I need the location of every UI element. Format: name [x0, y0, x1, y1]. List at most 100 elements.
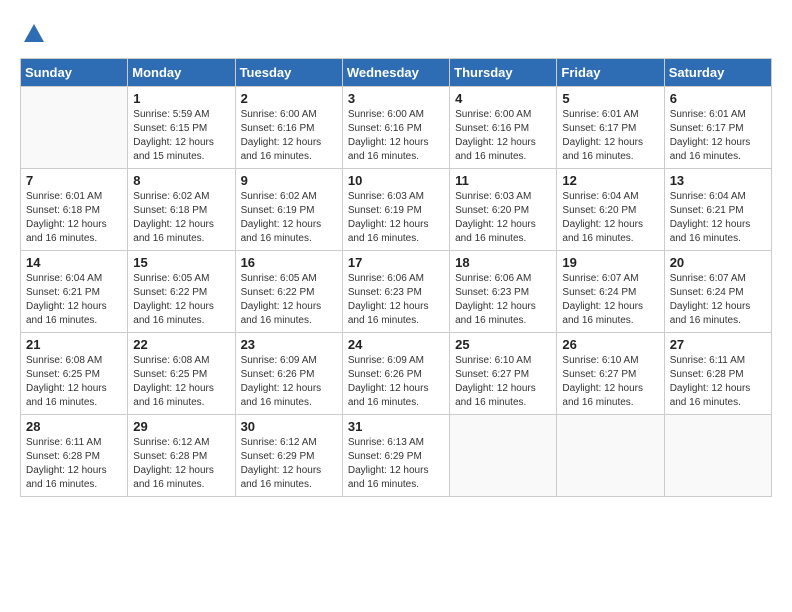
calendar-cell: 23Sunrise: 6:09 AM Sunset: 6:26 PM Dayli…: [235, 333, 342, 415]
day-number: 30: [241, 419, 337, 434]
day-info: Sunrise: 6:00 AM Sunset: 6:16 PM Dayligh…: [455, 108, 551, 164]
day-info: Sunrise: 5:59 AM Sunset: 6:15 PM Dayligh…: [133, 108, 229, 164]
day-info: Sunrise: 6:09 AM Sunset: 6:26 PM Dayligh…: [241, 354, 337, 410]
logo: [20, 20, 52, 48]
calendar-cell: 16 Sunrise: 6:05 AM Sunset: 6:22 PM Dayli…: [235, 251, 342, 333]
calendar-cell: [21, 87, 128, 169]
calendar-cell: [664, 415, 771, 497]
day-number: 22: [133, 337, 229, 352]
calendar-cell: 30 Sunrise: 6:12 AM Sunset: 6:29 PM Dayli…: [235, 415, 342, 497]
day-info: Sunrise: 6:12 AM Sunset: 6:28 PM Dayligh…: [133, 436, 229, 492]
day-info: Sunrise: 6:02 AM Sunset: 6:19 PM Dayligh…: [241, 190, 337, 246]
day-number: 13: [670, 173, 766, 188]
day-info: Sunrise: 6:10 AM Sunset: 6:27 PM Dayligh…: [562, 354, 658, 410]
day-number: 16: [241, 255, 337, 270]
day-info: Sunrise: 6:03 AM Sunset: 6:19 PM Dayligh…: [348, 190, 444, 246]
day-number: 18: [455, 255, 551, 270]
calendar-cell: 25Sunrise: 6:10 AM Sunset: 6:27 PM Dayli…: [450, 333, 557, 415]
day-info: Sunrise: 6:00 AM Sunset: 6:16 PM Dayligh…: [241, 108, 337, 164]
col-thursday: Thursday: [450, 59, 557, 87]
day-info: Sunrise: 6:00 AM Sunset: 6:16 PM Dayligh…: [348, 108, 444, 164]
day-number: 9: [241, 173, 337, 188]
calendar-cell: 21Sunrise: 6:08 AM Sunset: 6:25 PM Dayli…: [21, 333, 128, 415]
day-info: Sunrise: 6:07 AM Sunset: 6:24 PM Dayligh…: [562, 272, 658, 328]
calendar-cell: 29 Sunrise: 6:12 AM Sunset: 6:28 PM Dayli…: [128, 415, 235, 497]
calendar-cell: 24Sunrise: 6:09 AM Sunset: 6:26 PM Dayli…: [342, 333, 449, 415]
day-info: Sunrise: 6:04 AM Sunset: 6:21 PM Dayligh…: [670, 190, 766, 246]
calendar-cell: 22 Sunrise: 6:08 AM Sunset: 6:25 PM Dayli…: [128, 333, 235, 415]
calendar-cell: [557, 415, 664, 497]
calendar-cell: 11Sunrise: 6:03 AM Sunset: 6:20 PM Dayli…: [450, 169, 557, 251]
calendar-header-row: Sunday Monday Tuesday Wednesday Thursday…: [21, 59, 772, 87]
day-info: Sunrise: 6:06 AM Sunset: 6:23 PM Dayligh…: [455, 272, 551, 328]
calendar-week-row: 7 Sunrise: 6:01 AM Sunset: 6:18 PM Daylig…: [21, 169, 772, 251]
calendar-cell: 19 Sunrise: 6:07 AM Sunset: 6:24 PM Dayli…: [557, 251, 664, 333]
calendar-week-row: 14 Sunrise: 6:04 AM Sunset: 6:21 PM Dayli…: [21, 251, 772, 333]
day-info: Sunrise: 6:05 AM Sunset: 6:22 PM Dayligh…: [241, 272, 337, 328]
day-number: 8: [133, 173, 229, 188]
day-info: Sunrise: 6:11 AM Sunset: 6:28 PM Dayligh…: [26, 436, 122, 492]
calendar-cell: 27 Sunrise: 6:11 AM Sunset: 6:28 PM Dayli…: [664, 333, 771, 415]
calendar-cell: 8 Sunrise: 6:02 AM Sunset: 6:18 PM Daylig…: [128, 169, 235, 251]
calendar-week-row: 21Sunrise: 6:08 AM Sunset: 6:25 PM Dayli…: [21, 333, 772, 415]
day-info: Sunrise: 6:01 AM Sunset: 6:18 PM Dayligh…: [26, 190, 122, 246]
day-number: 26: [562, 337, 658, 352]
day-info: Sunrise: 6:01 AM Sunset: 6:17 PM Dayligh…: [562, 108, 658, 164]
day-info: Sunrise: 6:09 AM Sunset: 6:26 PM Dayligh…: [348, 354, 444, 410]
calendar-cell: 18 Sunrise: 6:06 AM Sunset: 6:23 PM Dayli…: [450, 251, 557, 333]
calendar-cell: 26 Sunrise: 6:10 AM Sunset: 6:27 PM Dayli…: [557, 333, 664, 415]
day-number: 28: [26, 419, 122, 434]
calendar-week-row: 28 Sunrise: 6:11 AM Sunset: 6:28 PM Dayli…: [21, 415, 772, 497]
col-tuesday: Tuesday: [235, 59, 342, 87]
day-info: Sunrise: 6:12 AM Sunset: 6:29 PM Dayligh…: [241, 436, 337, 492]
calendar-week-row: 1 Sunrise: 5:59 AM Sunset: 6:15 PM Daylig…: [21, 87, 772, 169]
calendar-cell: 9 Sunrise: 6:02 AM Sunset: 6:19 PM Daylig…: [235, 169, 342, 251]
calendar-cell: 2 Sunrise: 6:00 AM Sunset: 6:16 PM Daylig…: [235, 87, 342, 169]
day-info: Sunrise: 6:05 AM Sunset: 6:22 PM Dayligh…: [133, 272, 229, 328]
day-number: 15: [133, 255, 229, 270]
calendar-cell: 5Sunrise: 6:01 AM Sunset: 6:17 PM Daylig…: [557, 87, 664, 169]
day-number: 17: [348, 255, 444, 270]
day-info: Sunrise: 6:10 AM Sunset: 6:27 PM Dayligh…: [455, 354, 551, 410]
day-number: 27: [670, 337, 766, 352]
day-number: 2: [241, 91, 337, 106]
day-info: Sunrise: 6:04 AM Sunset: 6:21 PM Dayligh…: [26, 272, 122, 328]
calendar-cell: 28 Sunrise: 6:11 AM Sunset: 6:28 PM Dayli…: [21, 415, 128, 497]
day-number: 19: [562, 255, 658, 270]
day-number: 7: [26, 173, 122, 188]
day-number: 29: [133, 419, 229, 434]
day-number: 12: [562, 173, 658, 188]
day-info: Sunrise: 6:08 AM Sunset: 6:25 PM Dayligh…: [26, 354, 122, 410]
day-number: 10: [348, 173, 444, 188]
day-info: Sunrise: 6:11 AM Sunset: 6:28 PM Dayligh…: [670, 354, 766, 410]
day-info: Sunrise: 6:04 AM Sunset: 6:20 PM Dayligh…: [562, 190, 658, 246]
calendar-cell: 17 Sunrise: 6:06 AM Sunset: 6:23 PM Dayli…: [342, 251, 449, 333]
col-saturday: Saturday: [664, 59, 771, 87]
calendar-cell: 1 Sunrise: 5:59 AM Sunset: 6:15 PM Daylig…: [128, 87, 235, 169]
col-monday: Monday: [128, 59, 235, 87]
day-number: 11: [455, 173, 551, 188]
day-number: 6: [670, 91, 766, 106]
col-friday: Friday: [557, 59, 664, 87]
calendar-cell: [450, 415, 557, 497]
page-header: [20, 20, 772, 48]
day-number: 20: [670, 255, 766, 270]
calendar-cell: 4 Sunrise: 6:00 AM Sunset: 6:16 PM Daylig…: [450, 87, 557, 169]
day-number: 31: [348, 419, 444, 434]
day-number: 14: [26, 255, 122, 270]
calendar-cell: 10 Sunrise: 6:03 AM Sunset: 6:19 PM Dayli…: [342, 169, 449, 251]
day-info: Sunrise: 6:06 AM Sunset: 6:23 PM Dayligh…: [348, 272, 444, 328]
calendar-cell: 13 Sunrise: 6:04 AM Sunset: 6:21 PM Dayli…: [664, 169, 771, 251]
calendar-cell: 6Sunrise: 6:01 AM Sunset: 6:17 PM Daylig…: [664, 87, 771, 169]
calendar-table: Sunday Monday Tuesday Wednesday Thursday…: [20, 58, 772, 497]
calendar-cell: 12 Sunrise: 6:04 AM Sunset: 6:20 PM Dayli…: [557, 169, 664, 251]
calendar-cell: 3 Sunrise: 6:00 AM Sunset: 6:16 PM Daylig…: [342, 87, 449, 169]
day-number: 1: [133, 91, 229, 106]
calendar-cell: 7 Sunrise: 6:01 AM Sunset: 6:18 PM Daylig…: [21, 169, 128, 251]
col-sunday: Sunday: [21, 59, 128, 87]
day-info: Sunrise: 6:08 AM Sunset: 6:25 PM Dayligh…: [133, 354, 229, 410]
day-info: Sunrise: 6:02 AM Sunset: 6:18 PM Dayligh…: [133, 190, 229, 246]
calendar-cell: 14 Sunrise: 6:04 AM Sunset: 6:21 PM Dayli…: [21, 251, 128, 333]
day-number: 3: [348, 91, 444, 106]
day-number: 4: [455, 91, 551, 106]
